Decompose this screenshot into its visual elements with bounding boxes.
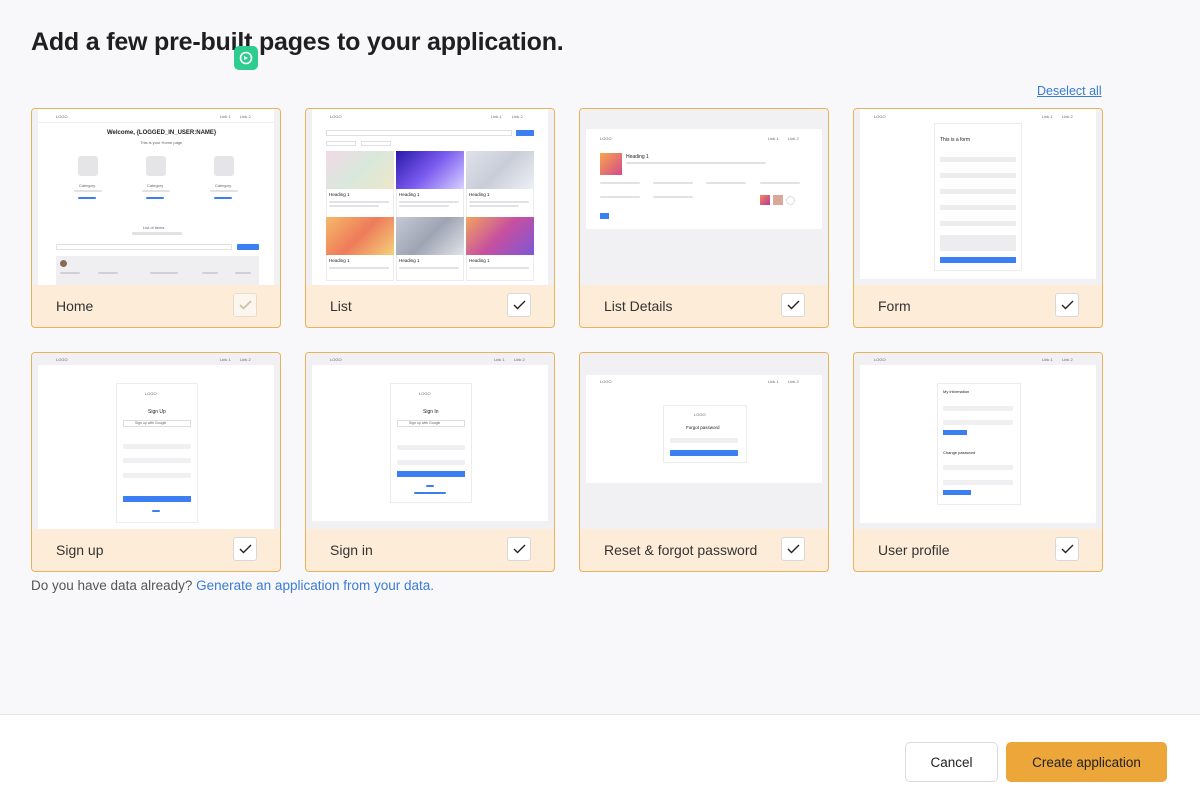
check-icon bbox=[787, 300, 799, 310]
preview-label: Sign up with Google bbox=[135, 421, 167, 425]
preview-heading: Heading 1 bbox=[329, 258, 350, 263]
card-label: Sign in bbox=[330, 542, 373, 558]
preview-label: Sign up with Google bbox=[409, 421, 441, 425]
check-icon bbox=[513, 300, 525, 310]
preview-heading: Heading 1 bbox=[329, 192, 350, 197]
preview-heading: Change password bbox=[943, 450, 976, 455]
preview-link: Link 2 bbox=[1062, 114, 1073, 119]
cancel-button[interactable]: Cancel bbox=[905, 742, 998, 782]
preview-heading: My information bbox=[943, 389, 970, 394]
data-note-text: Do you have data already? bbox=[31, 578, 197, 593]
preview-link: Link 1 bbox=[491, 114, 502, 119]
check-icon bbox=[1061, 300, 1073, 310]
page-card-reset-password[interactable]: LOGO Link 1 Link 2 LOGO Forgot password … bbox=[579, 352, 829, 572]
preview-logo: LOGO bbox=[56, 114, 68, 119]
create-application-button[interactable]: Create application bbox=[1006, 742, 1167, 782]
page-card-sign-in[interactable]: LOGO Link 1 Link 2 LOGO Sign In Sign up … bbox=[305, 352, 555, 572]
preview-heading: Sign Up bbox=[148, 409, 166, 415]
preview-label: Category bbox=[79, 183, 96, 188]
preview-link: Link 1 bbox=[768, 136, 779, 141]
preview-heading: This is a form bbox=[940, 137, 971, 143]
cursor-badge-icon bbox=[234, 46, 258, 70]
preview-link: Link 2 bbox=[1062, 357, 1073, 362]
generate-from-data-link[interactable]: Generate an application from your data. bbox=[196, 578, 434, 593]
checkbox-sign-up[interactable] bbox=[233, 537, 257, 561]
card-label: Sign up bbox=[56, 542, 104, 558]
preview-link: Link 2 bbox=[240, 114, 251, 119]
card-label: Form bbox=[878, 298, 911, 314]
sign-in-preview: LOGO Link 1 Link 2 LOGO Sign In Sign up … bbox=[306, 353, 554, 529]
list-preview: LOGO Link 1 Link 2 Heading 1 Heading 1 H… bbox=[306, 109, 554, 285]
card-label: User profile bbox=[878, 542, 950, 558]
home-preview: LOGO Link 1 Link 2 Welcome, {LOGGED_IN_U… bbox=[32, 109, 280, 285]
page-title: Add a few pre-built pages to your applic… bbox=[31, 28, 564, 56]
preview-link: Link 1 bbox=[768, 379, 779, 384]
form-preview: LOGO Link 1 Link 2 This is a form bbox=[854, 109, 1102, 285]
preview-link: Link 2 bbox=[788, 379, 799, 384]
preview-logo: LOGO bbox=[694, 412, 706, 417]
preview-logo: LOGO bbox=[330, 357, 342, 362]
checkbox-user-profile[interactable] bbox=[1055, 537, 1079, 561]
checkbox-list-details[interactable] bbox=[781, 293, 805, 317]
preview-heading: Welcome, {LOGGED_IN_USER:NAME} bbox=[107, 130, 217, 136]
preview-logo: LOGO bbox=[600, 136, 612, 141]
preview-heading: Heading 1 bbox=[399, 258, 420, 263]
check-icon bbox=[1061, 544, 1073, 554]
preview-label: Category bbox=[215, 183, 232, 188]
preview-link: Link 2 bbox=[240, 357, 251, 362]
page-card-list[interactable]: LOGO Link 1 Link 2 Heading 1 Heading 1 H… bbox=[305, 108, 555, 328]
check-icon bbox=[239, 544, 251, 554]
reset-password-preview: LOGO Link 1 Link 2 LOGO Forgot password bbox=[580, 353, 828, 529]
preview-logo: LOGO bbox=[600, 379, 612, 384]
page-card-sign-up[interactable]: LOGO Link 1 Link 2 LOGO Sign Up Sign up … bbox=[31, 352, 281, 572]
sign-up-preview: LOGO Link 1 Link 2 LOGO Sign Up Sign up … bbox=[32, 353, 280, 529]
preview-link: Link 1 bbox=[494, 357, 505, 362]
preview-heading: Heading 1 bbox=[626, 154, 649, 160]
check-icon bbox=[787, 544, 799, 554]
checkbox-reset-password[interactable] bbox=[781, 537, 805, 561]
page-card-home[interactable]: LOGO Link 1 Link 2 Welcome, {LOGGED_IN_U… bbox=[31, 108, 281, 328]
preview-label: List of items bbox=[143, 225, 165, 230]
card-label: Reset & forgot password bbox=[604, 542, 758, 558]
preview-heading: Heading 1 bbox=[469, 258, 490, 263]
preview-link: Link 2 bbox=[514, 357, 525, 362]
preview-heading: Heading 1 bbox=[399, 192, 420, 197]
preview-link: Link 1 bbox=[1042, 357, 1053, 362]
user-profile-preview: LOGO Link 1 Link 2 My information Change… bbox=[854, 353, 1102, 529]
preview-link: Link 2 bbox=[788, 136, 799, 141]
checkbox-sign-in[interactable] bbox=[507, 537, 531, 561]
list-details-preview: LOGO Link 1 Link 2 Heading 1 bbox=[580, 109, 828, 285]
check-icon bbox=[513, 544, 525, 554]
preview-logo: LOGO bbox=[874, 357, 886, 362]
card-label: Home bbox=[56, 298, 94, 314]
preview-subtitle: This is your Home page bbox=[140, 140, 183, 145]
preview-link: Link 2 bbox=[512, 114, 523, 119]
check-icon bbox=[238, 300, 252, 310]
preview-heading: Forgot password bbox=[686, 425, 720, 430]
preview-logo: LOGO bbox=[330, 114, 342, 119]
preview-logo: LOGO bbox=[145, 391, 157, 396]
page-card-form[interactable]: LOGO Link 1 Link 2 This is a form Form bbox=[853, 108, 1103, 328]
preview-link: Link 1 bbox=[220, 357, 231, 362]
preview-link: Link 1 bbox=[220, 114, 231, 119]
preview-logo: LOGO bbox=[874, 114, 886, 119]
checkbox-home[interactable] bbox=[233, 293, 257, 317]
preview-logo: LOGO bbox=[56, 357, 68, 362]
page-card-user-profile[interactable]: LOGO Link 1 Link 2 My information Change… bbox=[853, 352, 1103, 572]
checkbox-form[interactable] bbox=[1055, 293, 1079, 317]
preview-logo: LOGO bbox=[419, 391, 431, 396]
checkbox-list[interactable] bbox=[507, 293, 531, 317]
page-card-list-details[interactable]: LOGO Link 1 Link 2 Heading 1 List Detail… bbox=[579, 108, 829, 328]
preview-heading: Sign In bbox=[423, 409, 439, 415]
preview-label: Category bbox=[147, 183, 164, 188]
card-label: List bbox=[330, 298, 352, 314]
preview-heading: Heading 1 bbox=[469, 192, 490, 197]
card-label: List Details bbox=[604, 298, 673, 314]
preview-link: Link 1 bbox=[1042, 114, 1053, 119]
deselect-all-link[interactable]: Deselect all bbox=[1037, 84, 1102, 98]
data-note: Do you have data already? Generate an ap… bbox=[31, 578, 434, 593]
